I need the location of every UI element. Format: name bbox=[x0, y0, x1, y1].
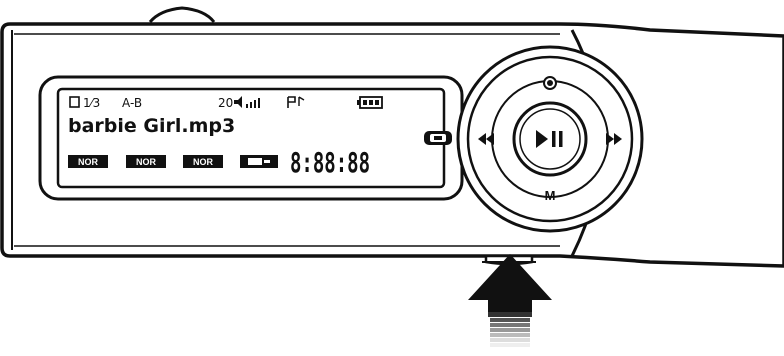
time-display: 8:88:88 bbox=[290, 146, 370, 179]
eq-tag-3-label: NOR bbox=[193, 157, 214, 167]
eq-tag-1: NOR bbox=[68, 155, 108, 168]
eq-tag-1-label: NOR bbox=[78, 157, 99, 167]
press-arrow-icon bbox=[468, 254, 552, 347]
ab-repeat-indicator: A-B bbox=[122, 96, 142, 110]
eq-tag-2: NOR bbox=[126, 155, 166, 168]
track-filename: barbie Girl.mp3 bbox=[68, 115, 235, 137]
hold-switch[interactable] bbox=[424, 131, 452, 145]
volume-level: 20 bbox=[218, 96, 233, 110]
record-icon[interactable] bbox=[543, 76, 557, 90]
mp3-player-diagram: 1⁄3 A-B 20 barbie Girl.mp3 NOR NOR NOR 8… bbox=[0, 6, 784, 347]
top-button-left[interactable] bbox=[148, 6, 216, 24]
play-pause-button-inner bbox=[519, 108, 581, 170]
menu-button-label[interactable]: M bbox=[545, 188, 556, 203]
track-index: 1⁄3 bbox=[83, 96, 100, 110]
eq-tag-3: NOR bbox=[183, 155, 223, 168]
hold-lock-icon bbox=[240, 155, 278, 168]
eq-tag-2-label: NOR bbox=[136, 157, 157, 167]
